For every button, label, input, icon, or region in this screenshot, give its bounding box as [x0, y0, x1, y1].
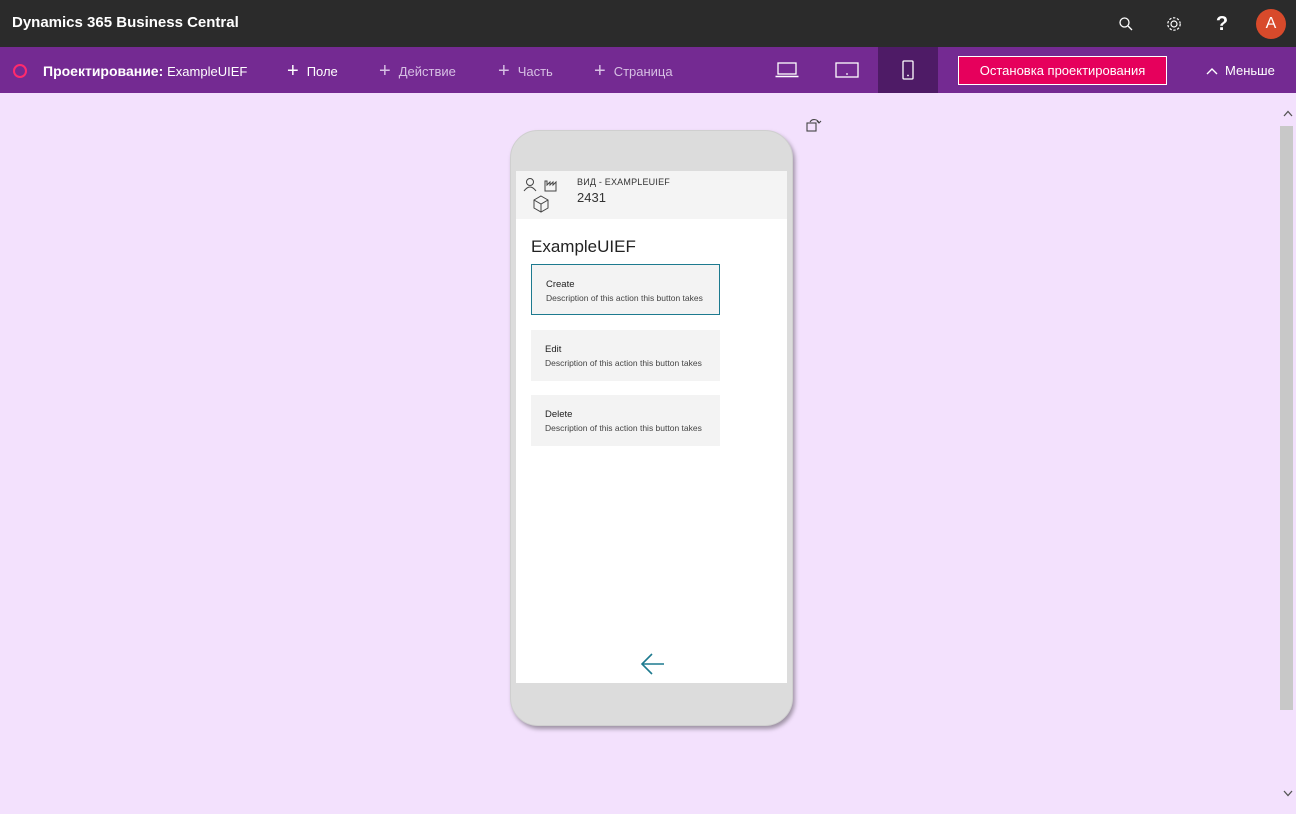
app-title: Dynamics 365 Business Central — [12, 14, 239, 31]
plus-icon: + — [594, 60, 606, 82]
plus-icon: + — [287, 60, 299, 82]
scrollbar-thumb[interactable] — [1280, 126, 1293, 710]
phone-icon — [902, 60, 914, 80]
designer-label: Проектирование: — [43, 63, 164, 79]
action-description: Description of this action this button t… — [545, 358, 702, 368]
desktop-preview-button[interactable] — [757, 47, 817, 93]
less-label: Меньше — [1225, 63, 1275, 78]
stop-designing-button[interactable]: Остановка проектирования — [958, 56, 1167, 85]
add-action-label: Действие — [398, 63, 456, 79]
gear-icon[interactable] — [1160, 10, 1188, 38]
phone-screen: ВИД - EXAMPLEUIEF 2431 ExampleUIEF Creat… — [516, 171, 787, 683]
search-icon[interactable] — [1112, 10, 1140, 38]
delete-action-button[interactable]: Delete Description of this action this b… — [531, 395, 720, 446]
designer-page-name: ExampleUIEF — [167, 64, 248, 79]
action-description: Description of this action this button t… — [545, 423, 702, 433]
page-title: ExampleUIEF — [531, 237, 636, 256]
header-caption: ВИД - EXAMPLEUIEF — [577, 177, 670, 187]
back-arrow-icon[interactable] — [640, 652, 666, 676]
less-button[interactable]: Меньше — [1206, 63, 1275, 78]
header-icons — [523, 178, 557, 213]
tablet-icon — [835, 62, 859, 78]
header-value: 2431 — [577, 190, 606, 205]
page-header: ВИД - EXAMPLEUIEF 2431 — [516, 171, 787, 219]
tablet-preview-button[interactable] — [817, 47, 877, 93]
designer-title: Проектирование: ExampleUIEF — [43, 63, 247, 79]
phone-preview-button[interactable] — [878, 47, 938, 93]
recording-indicator-icon — [13, 64, 27, 78]
edit-action-button[interactable]: Edit Description of this action this but… — [531, 330, 720, 381]
action-title: Edit — [545, 344, 562, 355]
desktop-icon — [775, 62, 799, 78]
package-icon — [533, 195, 549, 213]
designer-bar: Проектирование: ExampleUIEF + Поле + Дей… — [0, 47, 1296, 93]
factory-icon — [544, 180, 557, 192]
action-title: Delete — [545, 409, 573, 420]
action-title: Create — [546, 279, 575, 290]
plus-icon: + — [498, 60, 510, 82]
rotate-device-icon[interactable] — [804, 116, 822, 134]
add-page-label: Страница — [613, 63, 673, 79]
add-field-button[interactable]: + Поле — [287, 60, 338, 82]
add-part-button[interactable]: + Часть — [498, 60, 553, 82]
chevron-up-icon — [1206, 67, 1218, 74]
add-action-button[interactable]: + Действие — [379, 60, 456, 82]
add-page-button[interactable]: + Страница — [594, 60, 673, 82]
app-header: Dynamics 365 Business Central ? A — [0, 0, 1296, 47]
add-part-label: Часть — [517, 63, 553, 79]
help-icon[interactable]: ? — [1208, 10, 1236, 38]
scroll-down-icon[interactable] — [1279, 784, 1296, 802]
plus-icon: + — [379, 60, 391, 82]
create-action-button[interactable]: Create Description of this action this b… — [531, 264, 720, 315]
avatar[interactable]: A — [1256, 9, 1286, 39]
action-description: Description of this action this button t… — [546, 293, 703, 303]
add-field-label: Поле — [306, 63, 338, 79]
person-icon — [523, 178, 537, 192]
scroll-up-icon[interactable] — [1279, 104, 1296, 122]
